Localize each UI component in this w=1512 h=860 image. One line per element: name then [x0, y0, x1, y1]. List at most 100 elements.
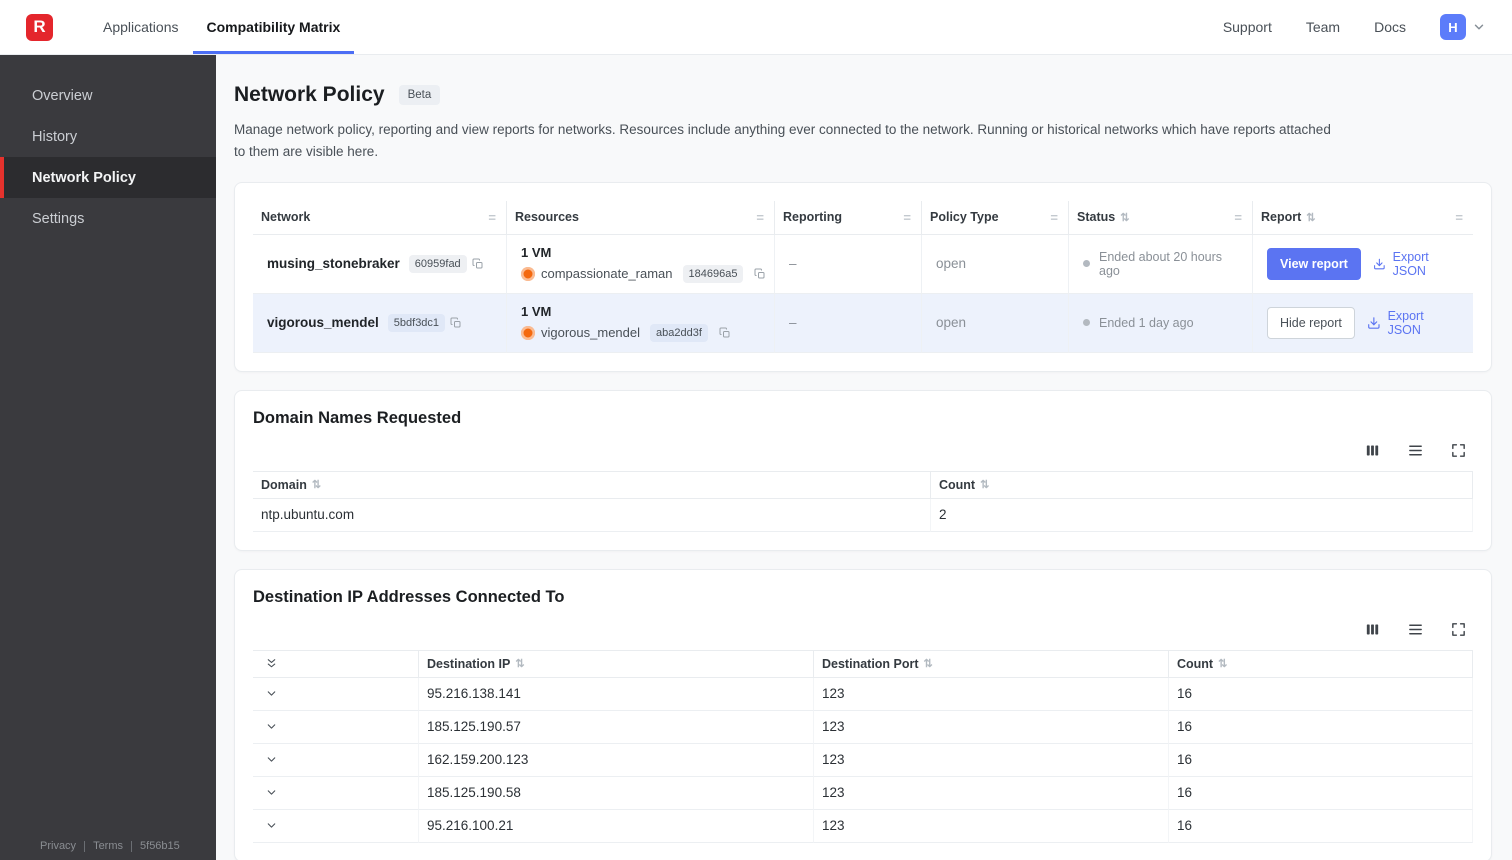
- chevron-down-icon[interactable]: [265, 720, 278, 733]
- nav-team[interactable]: Team: [1306, 19, 1340, 35]
- column-resize-handle[interactable]: =: [756, 210, 764, 225]
- destination-ip-cell: 185.125.190.58: [419, 776, 814, 810]
- export-json-button[interactable]: Export JSON: [1367, 309, 1459, 337]
- sidebar-item-overview[interactable]: Overview: [0, 75, 216, 116]
- status-dot-icon: [1083, 319, 1090, 327]
- col-label: Domain: [261, 477, 307, 492]
- network-id-badge: 5bdf3dc1: [387, 313, 446, 332]
- expand-all-header: [253, 650, 419, 678]
- sort-icon[interactable]: ⇅: [924, 657, 933, 670]
- network-table-row: vigorous_mendel 5bdf3dc1 1 VM vigorous_m…: [253, 293, 1473, 353]
- view-report-button[interactable]: View report: [1267, 247, 1361, 280]
- table-tools: [253, 428, 1473, 471]
- copy-icon[interactable]: [754, 268, 766, 280]
- nav-docs[interactable]: Docs: [1374, 19, 1406, 35]
- col-header-destination-port: Destination Port ⇅: [814, 650, 1169, 678]
- col-label: Status: [1077, 210, 1116, 225]
- count-cell: 16: [1169, 710, 1473, 744]
- fullscreen-icon[interactable]: [1450, 621, 1467, 638]
- hide-report-button[interactable]: Hide report: [1267, 306, 1355, 339]
- destination-port-cell: 123: [814, 677, 1169, 711]
- column-resize-handle[interactable]: =: [488, 210, 496, 225]
- sidebar-item-history[interactable]: History: [0, 116, 216, 157]
- top-navbar: R Applications Compatibility Matrix Supp…: [0, 0, 1512, 55]
- copy-icon[interactable]: [719, 327, 731, 339]
- count-cell: 16: [1169, 743, 1473, 777]
- chevron-down-icon[interactable]: [265, 753, 278, 766]
- col-label: Destination Port: [822, 656, 919, 671]
- domain-cell: ntp.ubuntu.com: [253, 498, 931, 532]
- nav-support[interactable]: Support: [1223, 19, 1272, 35]
- destination-port-cell: 123: [814, 776, 1169, 810]
- columns-icon[interactable]: [1364, 621, 1381, 638]
- copy-icon[interactable]: [450, 317, 462, 329]
- row-expander: [253, 710, 419, 744]
- vm-count: 1 VM: [521, 303, 552, 319]
- export-json-button[interactable]: Export JSON: [1373, 250, 1459, 278]
- network-cell: musing_stonebraker 60959fad: [253, 234, 507, 294]
- col-header-count: Count ⇅: [1169, 650, 1473, 678]
- user-menu[interactable]: H: [1440, 14, 1486, 40]
- row-expander: [253, 809, 419, 843]
- column-resize-handle[interactable]: =: [1050, 210, 1058, 225]
- ip-table-row: 162.159.200.123 123 16: [253, 743, 1473, 777]
- destination-ip-cell: 162.159.200.123: [419, 743, 814, 777]
- vm-icon: [521, 325, 535, 340]
- network-id-badge: 60959fad: [408, 254, 467, 273]
- sort-icon[interactable]: ⇅: [312, 478, 321, 491]
- version-label: 5f56b15: [140, 840, 180, 852]
- download-icon: [1373, 258, 1385, 269]
- chevron-down-icon[interactable]: [265, 687, 278, 700]
- copy-icon[interactable]: [472, 258, 484, 270]
- ip-card-title: Destination IP Addresses Connected To: [253, 587, 565, 606]
- row-density-icon[interactable]: [1407, 442, 1424, 459]
- privacy-link[interactable]: Privacy: [40, 840, 76, 852]
- destination-ip-cell: 185.125.190.57: [419, 710, 814, 744]
- network-table-row: musing_stonebraker 60959fad 1 VM compass…: [253, 234, 1473, 294]
- count-cell: 16: [1169, 677, 1473, 711]
- col-label: Count: [939, 477, 976, 492]
- terms-link[interactable]: Terms: [93, 840, 123, 852]
- double-chevron-down-icon[interactable]: [265, 657, 278, 670]
- col-header-status: Status ⇅ =: [1069, 200, 1253, 235]
- sort-icon[interactable]: ⇅: [980, 478, 989, 491]
- fullscreen-icon[interactable]: [1450, 442, 1467, 459]
- col-header-network: Network =: [253, 200, 507, 235]
- row-expander: [253, 776, 419, 810]
- avatar[interactable]: H: [1440, 14, 1466, 40]
- vm-count: 1 VM: [521, 244, 552, 260]
- row-expander: [253, 677, 419, 711]
- col-label: Policy Type: [930, 210, 999, 225]
- sort-icon[interactable]: ⇅: [1306, 211, 1315, 224]
- column-resize-handle[interactable]: =: [903, 210, 911, 225]
- page-title: Network Policy: [234, 83, 385, 106]
- chevron-down-icon: [1474, 24, 1484, 30]
- col-header-resources: Resources =: [507, 200, 775, 235]
- row-density-icon[interactable]: [1407, 621, 1424, 638]
- sort-icon[interactable]: ⇅: [515, 657, 524, 670]
- nav-compatibility-matrix[interactable]: Compatibility Matrix: [192, 0, 355, 54]
- columns-icon[interactable]: [1364, 442, 1381, 459]
- column-resize-handle[interactable]: =: [1234, 210, 1242, 225]
- col-header-domain: Domain ⇅: [253, 471, 931, 499]
- sort-icon[interactable]: ⇅: [1218, 657, 1227, 670]
- report-cell: Hide report Export JSON: [1253, 293, 1473, 353]
- sort-icon[interactable]: ⇅: [1120, 211, 1129, 224]
- resource-id-badge: 184696a5: [682, 264, 744, 283]
- sidebar-item-network-policy[interactable]: Network Policy: [0, 157, 216, 198]
- col-label: Count: [1177, 656, 1214, 671]
- col-header-count: Count ⇅: [931, 471, 1473, 499]
- chevron-down-icon[interactable]: [265, 786, 278, 799]
- app-logo[interactable]: R: [26, 13, 53, 41]
- col-header-destination-ip: Destination IP ⇅: [419, 650, 814, 678]
- nav-applications[interactable]: Applications: [89, 0, 193, 54]
- reporting-cell: –: [775, 293, 922, 353]
- column-resize-handle[interactable]: =: [1455, 210, 1463, 225]
- network-name: musing_stonebraker: [267, 256, 400, 272]
- chevron-down-icon[interactable]: [265, 819, 278, 832]
- count-cell: 2: [931, 498, 1473, 532]
- destination-ip-cell: 95.216.100.21: [419, 809, 814, 843]
- destination-port-cell: 123: [814, 710, 1169, 744]
- sidebar-item-settings[interactable]: Settings: [0, 198, 216, 239]
- col-label: Network: [261, 210, 311, 225]
